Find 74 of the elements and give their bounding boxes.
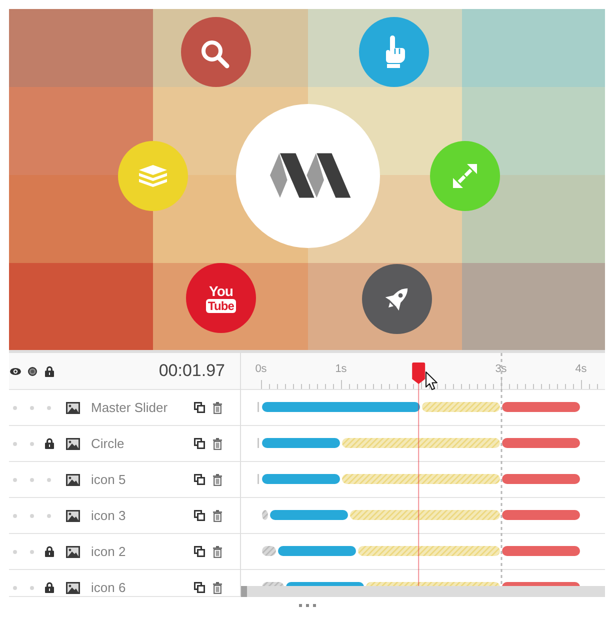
- lock-icon[interactable]: [44, 546, 54, 557]
- lock-icon[interactable]: [44, 366, 54, 376]
- trash-icon[interactable]: [213, 474, 222, 486]
- layer-name[interactable]: Circle: [91, 436, 124, 451]
- show-bar[interactable]: [270, 510, 348, 520]
- layer-name[interactable]: icon 3: [91, 508, 126, 523]
- dot-icon[interactable]: [30, 406, 34, 410]
- dot-icon[interactable]: [13, 442, 17, 446]
- show-bar[interactable]: [286, 582, 364, 586]
- playhead[interactable]: [412, 362, 426, 586]
- image-icon: [66, 402, 80, 414]
- cursor-icon: [425, 371, 438, 391]
- image-icon: [66, 438, 80, 450]
- wait-bar[interactable]: [422, 402, 500, 412]
- dot-icon[interactable]: [30, 442, 34, 446]
- target-icon[interactable]: [28, 366, 36, 376]
- trash-icon[interactable]: [213, 510, 222, 522]
- tick-label: 0s: [255, 363, 267, 375]
- layer-name[interactable]: Master Slider: [91, 400, 168, 415]
- delay-bar[interactable]: [262, 510, 268, 520]
- show-bar[interactable]: [262, 474, 340, 484]
- tick-label: 3s: [495, 363, 507, 375]
- hide-bar[interactable]: [502, 582, 580, 586]
- duplicate-icon[interactable]: [194, 402, 205, 413]
- image-icon: [66, 546, 80, 558]
- show-bar[interactable]: [278, 546, 356, 556]
- duplicate-icon[interactable]: [194, 546, 205, 557]
- tick-label: 1s: [335, 363, 347, 375]
- dot-icon[interactable]: [13, 514, 17, 518]
- duplicate-icon[interactable]: [194, 438, 205, 449]
- lock-icon[interactable]: [44, 438, 54, 449]
- show-bar[interactable]: [262, 438, 340, 448]
- logo-text: Tube: [206, 298, 236, 312]
- playhead-time: 00:01.97: [158, 361, 225, 381]
- duplicate-icon[interactable]: [194, 582, 205, 593]
- resize-grip-icon[interactable]: [298, 604, 316, 607]
- delay-bar[interactable]: [262, 546, 276, 556]
- dot-icon[interactable]: [47, 406, 51, 410]
- dot-icon[interactable]: [47, 514, 51, 518]
- layer-name[interactable]: icon 6: [91, 580, 126, 595]
- duplicate-icon[interactable]: [194, 474, 205, 485]
- trash-icon[interactable]: [213, 582, 222, 594]
- lock-icon[interactable]: [44, 582, 54, 593]
- dot-icon[interactable]: [13, 406, 17, 410]
- image-icon: [66, 510, 80, 522]
- image-icon: [66, 582, 80, 594]
- tick-label: 4s: [575, 363, 587, 375]
- trash-icon[interactable]: [213, 546, 222, 558]
- dot-icon[interactable]: [30, 586, 34, 590]
- hide-bar[interactable]: [502, 546, 580, 556]
- hide-bar[interactable]: [502, 474, 580, 484]
- hide-bar[interactable]: [502, 510, 580, 520]
- hide-bar[interactable]: [502, 402, 580, 412]
- duplicate-icon[interactable]: [194, 510, 205, 521]
- dot-icon[interactable]: [30, 550, 34, 554]
- dot-icon[interactable]: [13, 586, 17, 590]
- trash-icon[interactable]: [213, 402, 222, 414]
- delay-handle-icon[interactable]: [258, 402, 259, 412]
- scroll-handle[interactable]: [241, 586, 247, 597]
- image-icon: [66, 474, 80, 486]
- eye-icon[interactable]: [10, 368, 20, 374]
- delay-handle-icon[interactable]: [258, 438, 259, 448]
- dot-icon[interactable]: [30, 514, 34, 518]
- dot-icon[interactable]: [30, 478, 34, 482]
- horizontal-scrollbar[interactable]: [241, 586, 605, 597]
- layer-name[interactable]: icon 5: [91, 472, 126, 487]
- hide-bar[interactable]: [502, 438, 580, 448]
- trash-icon[interactable]: [213, 438, 222, 450]
- logo-text: You: [209, 284, 233, 298]
- dot-icon[interactable]: [13, 550, 17, 554]
- layer-name[interactable]: icon 2: [91, 544, 126, 559]
- dot-icon[interactable]: [47, 478, 51, 482]
- dot-icon[interactable]: [13, 478, 17, 482]
- delay-handle-icon[interactable]: [258, 474, 259, 484]
